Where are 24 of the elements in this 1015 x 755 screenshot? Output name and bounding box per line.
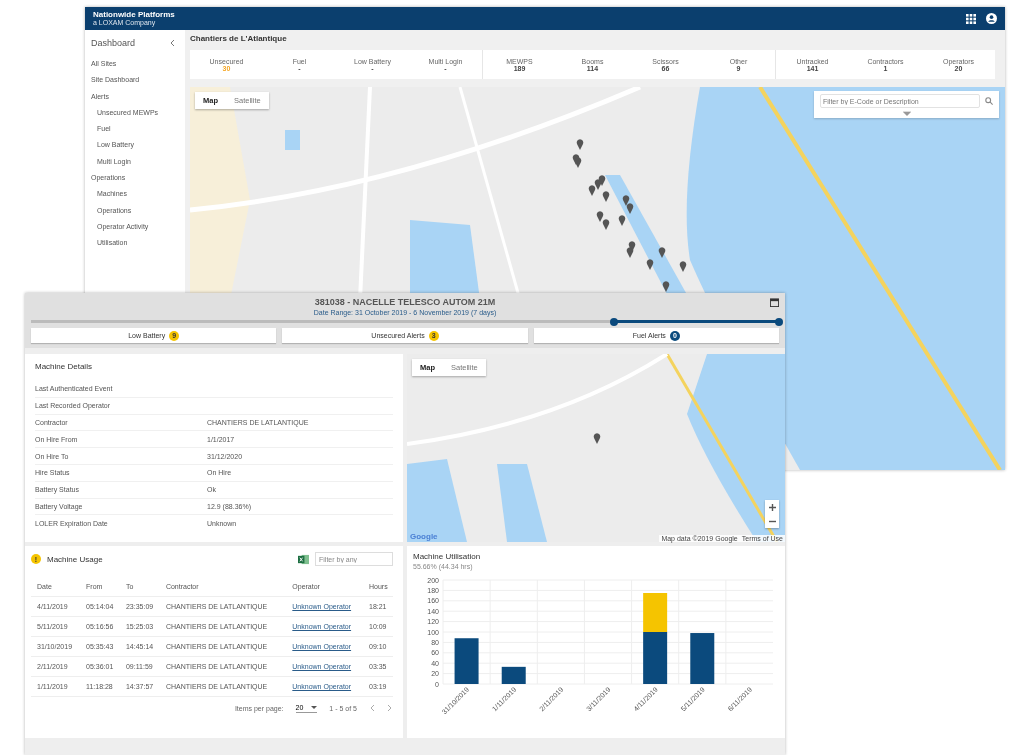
bar — [690, 633, 715, 684]
apps-grid-icon[interactable] — [966, 13, 976, 24]
map-logo: Google — [410, 532, 438, 541]
brand-logo: Nationwide Platforms — [93, 10, 175, 19]
bar — [643, 632, 668, 684]
card-title: Machine Utilisation — [413, 552, 482, 561]
card-title: Machine Usage — [47, 554, 103, 564]
calendar-icon[interactable] — [770, 298, 779, 307]
machine-title: 381038 - NACELLE TELESCO AUTOM 21M — [314, 297, 496, 307]
bar — [501, 666, 526, 684]
card-title: Machine Details — [35, 362, 93, 371]
zoom-out-button[interactable] — [765, 514, 779, 528]
sidebar-title: Dashboard — [91, 38, 136, 48]
spreadsheet-icon[interactable] — [298, 553, 309, 565]
account-icon[interactable] — [986, 13, 997, 24]
zoom-in-button[interactable] — [765, 500, 779, 514]
bar — [454, 638, 479, 684]
plus-icon — [768, 503, 776, 511]
search-icon[interactable] — [985, 97, 993, 105]
bar — [643, 593, 668, 632]
caret-icon — [311, 706, 318, 709]
expand-icon[interactable] — [902, 111, 911, 116]
collapse-icon[interactable] — [169, 39, 175, 47]
page-title: Chantiers de L'Atlantique — [190, 33, 288, 45]
